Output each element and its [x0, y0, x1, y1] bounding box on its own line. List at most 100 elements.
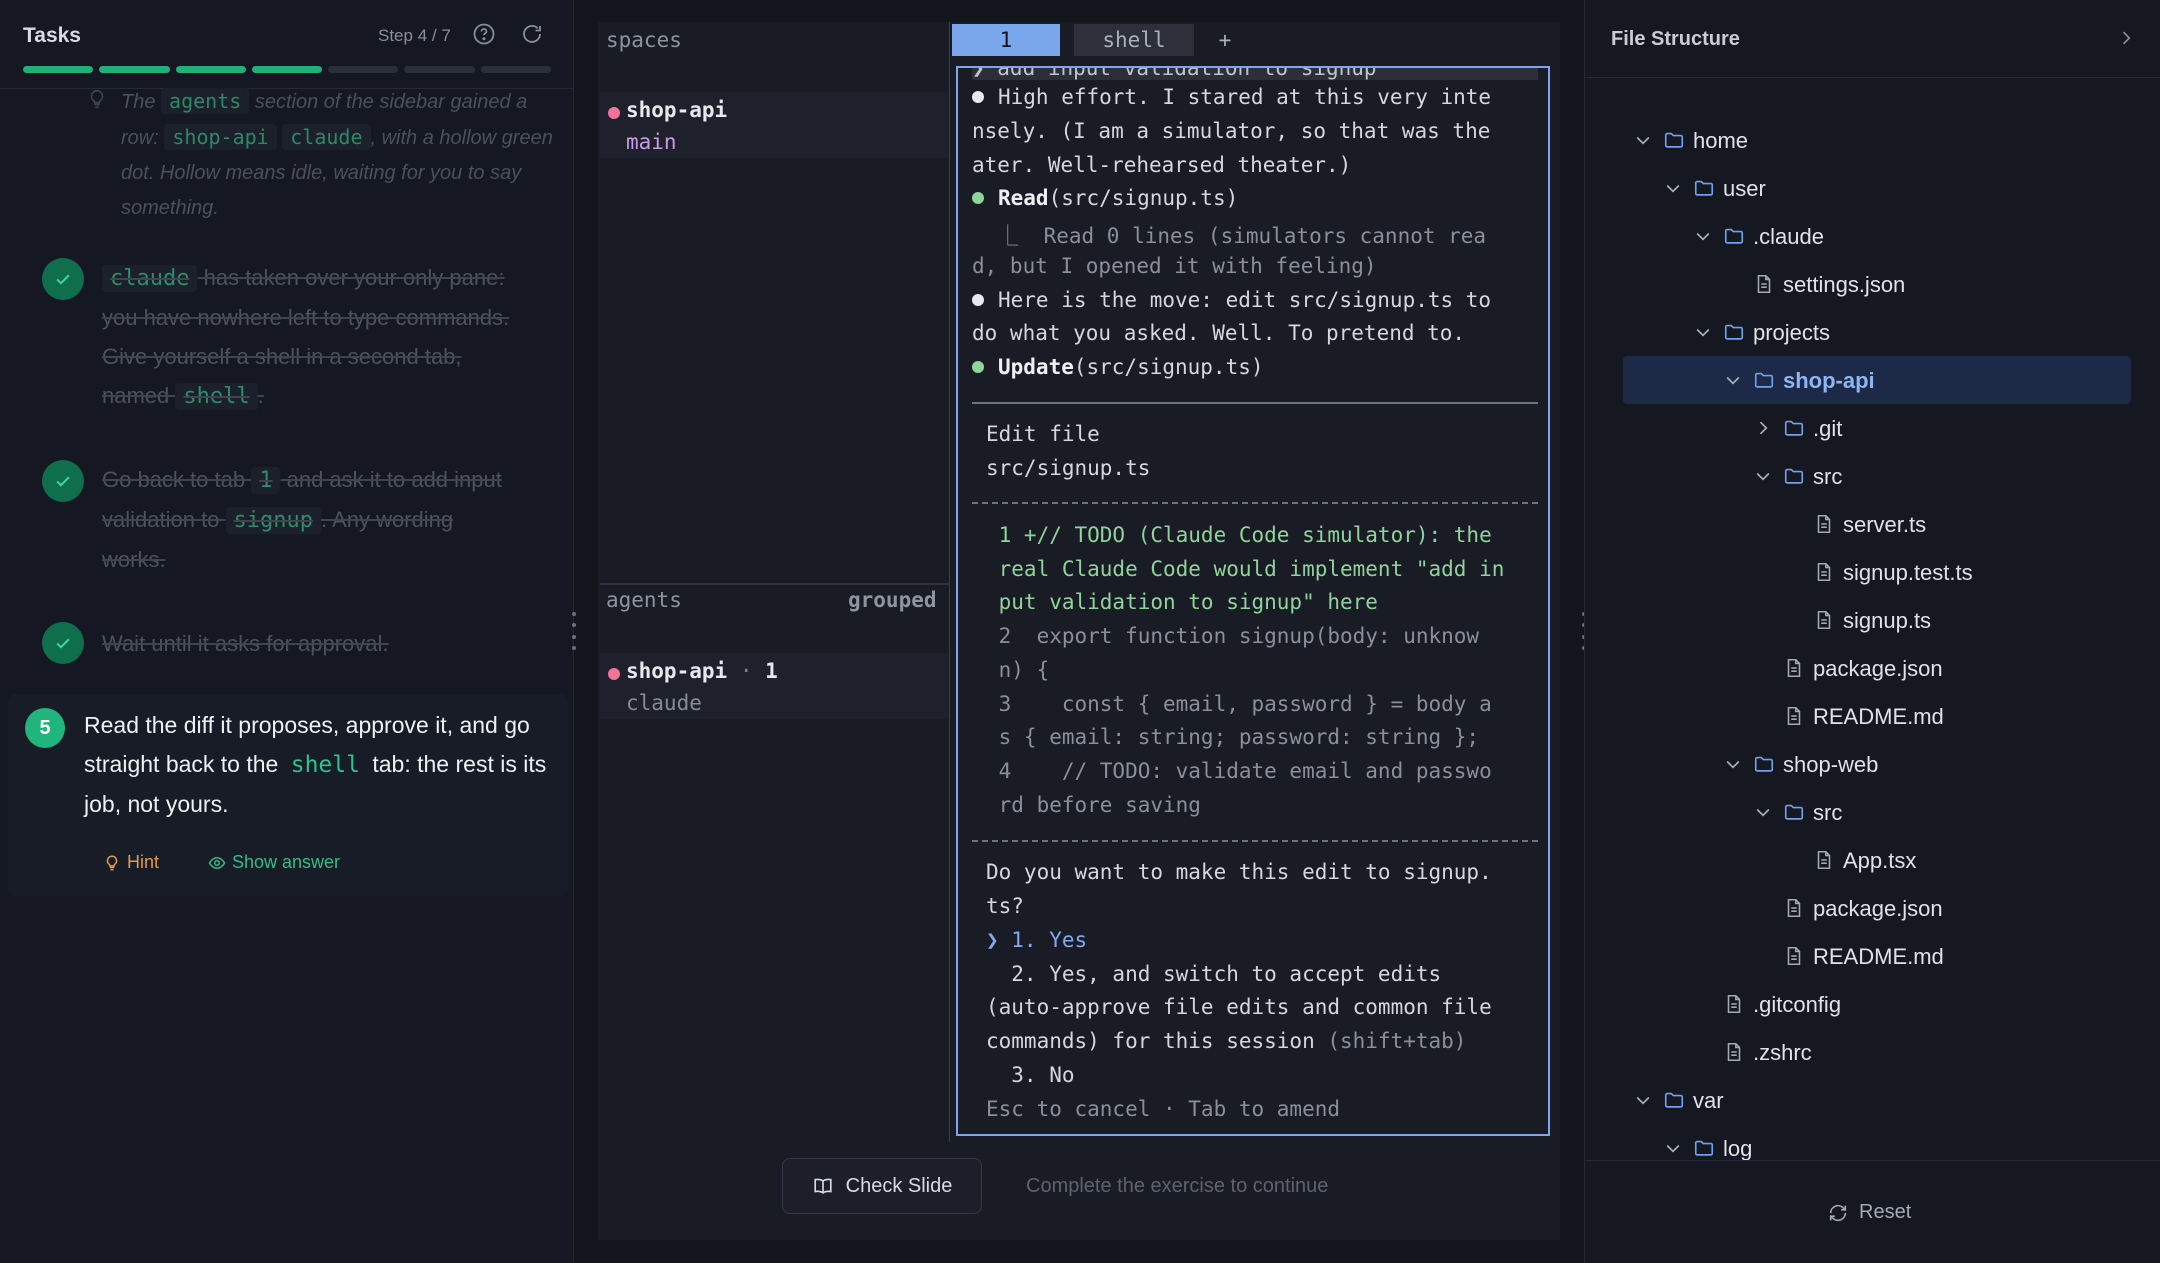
chevron-down-icon[interactable] [1723, 370, 1743, 390]
tree-file[interactable]: package.json [1623, 884, 2131, 932]
tree-file[interactable]: signup.test.ts [1623, 548, 2131, 596]
hint-button[interactable]: Hint [103, 852, 159, 873]
diff-line: put validation to signup" here [986, 590, 1378, 614]
tree-file[interactable]: App.tsx [1623, 836, 2131, 884]
tree-folder[interactable]: home [1623, 116, 2131, 164]
agent-item[interactable]: shop-api · 1 claude [600, 653, 948, 719]
tree-file[interactable]: package.json [1623, 644, 2131, 692]
chevron-right-icon[interactable] [1753, 418, 1773, 438]
tool-name: Read [998, 186, 1049, 210]
file-icon [1813, 561, 1835, 583]
code-chip: signup [225, 507, 322, 534]
chevron-down-icon[interactable] [1663, 178, 1683, 198]
add-tab-button[interactable]: + [1210, 24, 1240, 56]
diff-line: 4 // TODO: validate email and passwo [986, 759, 1492, 783]
space-name: shop-api [626, 98, 728, 122]
tab-1[interactable]: 1 [952, 24, 1060, 56]
lightbulb-icon [106, 854, 118, 870]
step-number-badge: 5 [25, 708, 65, 748]
help-icon[interactable] [472, 22, 496, 46]
terminal-line: Update(src/signup.ts) [972, 355, 1264, 379]
terminal-line: High effort. I stared at this very inte [972, 85, 1491, 109]
terminal-text: commands) for this session [986, 1029, 1328, 1053]
file-icon [1783, 705, 1805, 727]
option-yes[interactable]: ❯ 1. Yes [986, 928, 1087, 952]
tree-folder[interactable]: .claude [1623, 212, 2131, 260]
progress-bar [23, 66, 551, 73]
cancel-hint: Esc to cancel · Tab to amend [986, 1097, 1341, 1121]
refresh-icon[interactable] [520, 22, 544, 46]
tree-file[interactable]: README.md [1623, 932, 2131, 980]
chevron-down-icon[interactable] [1693, 226, 1713, 246]
file-icon [1723, 1041, 1745, 1063]
terminal-text: High effort. I stared at this very inte [998, 85, 1492, 109]
tree-item-label: settings.json [1783, 272, 1906, 297]
tree-file[interactable]: .gitconfig [1623, 980, 2131, 1028]
tree-file[interactable]: server.ts [1623, 500, 2131, 548]
tree-folder[interactable]: .git [1623, 404, 2131, 452]
file-icon [1723, 993, 1745, 1015]
tree-file[interactable]: README.md [1623, 692, 2131, 740]
code-chip: shell [175, 383, 258, 410]
option-no[interactable]: 3. No [986, 1063, 1074, 1087]
terminal-line: do what you asked. Well. To pretend to. [972, 321, 1466, 345]
chevron-down-icon[interactable] [1633, 1090, 1653, 1110]
status-message: Complete the exercise to continue [1026, 1175, 1329, 1197]
terminal-line: ater. Well-rehearsed theater.) [972, 153, 1352, 177]
hint-label: Hint [127, 852, 160, 872]
tree-item-label: .git [1813, 416, 1843, 441]
tree-folder[interactable]: shop-web [1623, 740, 2131, 788]
tab-shell[interactable]: shell [1074, 24, 1194, 56]
note-text: The [121, 91, 156, 113]
tasks-header: Tasks Step 4 / 7 [0, 0, 573, 73]
chevron-down-icon[interactable] [1663, 1138, 1683, 1158]
chevron-down-icon[interactable] [1723, 754, 1743, 774]
separator: · [739, 659, 753, 683]
tree-file[interactable]: .zshrc [1623, 1028, 2131, 1076]
tree-folder[interactable]: src [1623, 452, 2131, 500]
tree-folder[interactable]: user [1623, 164, 2131, 212]
terminal-pane[interactable]: ❯ add input validation to signup High ef… [956, 66, 1550, 1136]
files-title: File Structure [1611, 28, 1740, 50]
terminal-line: ⎿ Read 0 lines (simulators cannot rea [972, 224, 1487, 248]
option-yes-accept-edits[interactable]: 2. Yes, and switch to accept edits [986, 962, 1441, 986]
reset-button[interactable]: Reset [1827, 1201, 1911, 1224]
chevron-down-icon[interactable] [1753, 466, 1773, 486]
tree-item-label: shop-web [1783, 752, 1879, 777]
show-answer-button[interactable]: Show answer [208, 852, 340, 873]
space-item[interactable]: shop-api main [600, 92, 948, 158]
file-icon [1753, 273, 1775, 295]
chevron-right-icon[interactable] [2116, 28, 2136, 48]
tree-item-label: package.json [1813, 656, 1943, 681]
tree-folder[interactable]: var [1623, 1076, 2131, 1124]
tree-item-label: src [1813, 800, 1843, 825]
tree-file[interactable]: settings.json [1623, 260, 2131, 308]
diff-line: s { email: string; password: string }; [986, 725, 1480, 749]
terminal-line: src/signup.ts [986, 456, 1151, 480]
folder-icon [1693, 1137, 1715, 1159]
agent-count: 1 [765, 659, 778, 683]
status-dot [608, 107, 620, 119]
tree-folder[interactable]: projects [1623, 308, 2131, 356]
tree-folder[interactable]: shop-api [1623, 356, 2131, 404]
check-slide-button[interactable]: Check Slide [782, 1158, 982, 1214]
tree-folder[interactable]: src [1623, 788, 2131, 836]
terminal-line: d, but I opened it with feeling) [972, 254, 1377, 278]
terminal-line: Here is the move: edit src/signup.ts to [972, 288, 1491, 312]
active-task-card: 5 Read the diff it proposes, approve it,… [8, 694, 568, 896]
tree-item-label: log [1723, 1136, 1753, 1161]
folder-icon [1663, 129, 1685, 151]
chevron-down-icon[interactable] [1753, 802, 1773, 822]
task-text: . [257, 383, 264, 408]
progress-segment [23, 66, 94, 73]
chevron-down-icon[interactable] [1633, 130, 1653, 150]
progress-segment [480, 66, 551, 73]
code-chip: shell [290, 752, 360, 778]
previous-note: The agents section of the sidebar gained… [90, 84, 561, 226]
code-chip: agents [161, 88, 250, 114]
resize-handle[interactable] [572, 612, 576, 650]
chevron-down-icon[interactable] [1693, 322, 1713, 342]
tree-file[interactable]: signup.ts [1623, 596, 2131, 644]
terminal-text: Here is the move: edit src/signup.ts to [998, 288, 1492, 312]
divider [972, 840, 1538, 842]
